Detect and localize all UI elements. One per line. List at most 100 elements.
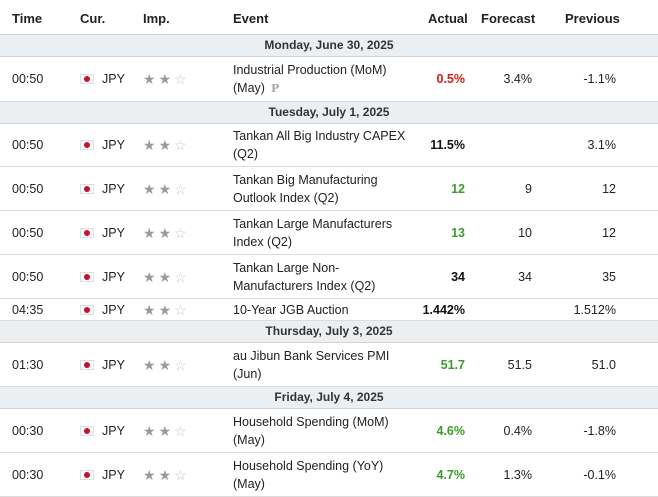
- currency-code: JPY: [102, 467, 125, 482]
- event-time: 00:30: [12, 467, 44, 482]
- event-forecast: 3.4%: [503, 72, 533, 86]
- event-previous: -0.1%: [583, 467, 616, 482]
- event-importance: ★ ★ ☆: [143, 167, 223, 210]
- event-name[interactable]: Tankan Large Manufacturers Index (Q2): [233, 211, 419, 254]
- star-filled-icon: ★: [143, 301, 156, 318]
- event-row[interactable]: 00:30 JPY ★ ★ ☆ Household Spending (MoM) (May)…: [0, 409, 658, 453]
- event-currency: JPY: [80, 57, 140, 101]
- currency-code: JPY: [102, 269, 125, 284]
- event-forecast: [470, 124, 532, 166]
- event-row[interactable]: 04:35 JPY ★ ★ ☆ 10-Year JGB Auction 1.442% 1.51…: [0, 299, 658, 321]
- event-name[interactable]: Industrial Production (MoM) (May) P: [233, 57, 419, 101]
- event-importance: ★ ★ ☆: [143, 343, 223, 386]
- col-importance-header[interactable]: Imp.: [143, 11, 170, 26]
- japan-flag-icon: [80, 304, 94, 315]
- event-previous: -1.1%: [583, 72, 616, 86]
- event-name[interactable]: Tankan All Big Industry CAPEX (Q2): [233, 124, 419, 166]
- calendar-body: Monday, June 30, 2025 00:50 JPY ★ ★ ☆ Industri…: [0, 35, 658, 497]
- col-actual-header[interactable]: Actual: [428, 11, 468, 26]
- col-time-header[interactable]: Time: [12, 11, 42, 26]
- event-name-line1: Tankan Big Manufacturing: [233, 172, 378, 187]
- star-filled-icon: ★: [158, 180, 172, 197]
- event-name-line2: Outlook Index (Q2): [233, 190, 339, 205]
- day-date: Tuesday, July 1, 2025: [268, 105, 390, 119]
- star-filled-icon: ★: [143, 268, 156, 285]
- event-time: 00:50: [12, 269, 44, 284]
- star-filled-icon: ★: [143, 422, 156, 439]
- event-name[interactable]: Tankan Big Manufacturing Outlook Index (Q…: [233, 167, 419, 210]
- event-name[interactable]: Tankan Large Non- Manufacturers Index (Q2…: [233, 255, 419, 298]
- star-filled-icon: ★: [143, 180, 156, 197]
- star-filled-icon: ★: [143, 224, 156, 241]
- star-filled-icon: ★: [158, 268, 172, 285]
- star-empty-icon: ☆: [174, 268, 187, 285]
- event-name-line1: Tankan Large Non-: [233, 260, 340, 275]
- event-actual: 51.7: [440, 357, 465, 372]
- event-name-line1: 10-Year JGB Auction: [233, 302, 349, 317]
- event-row[interactable]: 00:50 JPY ★ ★ ☆ Tankan Large Non- Manufacturer…: [0, 255, 658, 299]
- event-importance: ★ ★ ☆: [143, 409, 223, 452]
- star-filled-icon: ★: [158, 422, 172, 439]
- event-time: 00:50: [12, 72, 44, 86]
- currency-code: JPY: [102, 138, 125, 152]
- event-actual: 11.5%: [430, 138, 465, 152]
- event-name[interactable]: 10-Year JGB Auction: [233, 299, 419, 320]
- event-actual: 4.6%: [436, 423, 466, 438]
- event-name[interactable]: Household Spending (MoM) (May): [233, 409, 419, 452]
- event-row[interactable]: 00:30 JPY ★ ★ ☆ Household Spending (YoY) (May)…: [0, 453, 658, 497]
- event-importance: ★ ★ ☆: [143, 211, 223, 254]
- event-actual: 0.5%: [436, 72, 466, 86]
- event-previous: 3.1%: [587, 138, 617, 152]
- currency-code: JPY: [102, 72, 125, 86]
- star-filled-icon: ★: [143, 137, 156, 153]
- event-forecast: 51.5: [507, 357, 532, 372]
- currency-code: JPY: [102, 302, 125, 317]
- event-name-line2: Manufacturers Index (Q2): [233, 278, 376, 293]
- col-previous-header[interactable]: Previous: [565, 11, 620, 26]
- event-forecast: 1.3%: [503, 467, 533, 482]
- star-empty-icon: ☆: [174, 224, 187, 241]
- day-header: Monday, June 30, 2025: [0, 35, 658, 57]
- star-empty-icon: ☆: [174, 356, 187, 373]
- event-currency: JPY: [80, 167, 140, 210]
- event-name[interactable]: Household Spending (YoY) (May): [233, 453, 419, 496]
- event-time: 00:50: [12, 181, 44, 196]
- event-previous: 12: [602, 181, 616, 196]
- event-row[interactable]: 01:30 JPY ★ ★ ☆ au Jibun Bank Services PMI (Ju…: [0, 343, 658, 387]
- event-name-line2: (Q2): [233, 147, 258, 161]
- col-event-header[interactable]: Event: [233, 11, 268, 26]
- star-filled-icon: ★: [143, 71, 156, 87]
- event-time: 04:35: [12, 302, 44, 317]
- event-forecast: 0.4%: [503, 423, 533, 438]
- col-currency-header[interactable]: Cur.: [80, 11, 105, 26]
- event-name-line1: Tankan Large Manufacturers: [233, 216, 393, 231]
- star-filled-icon: ★: [158, 466, 172, 483]
- event-row[interactable]: 00:50 JPY ★ ★ ☆ Tankan Big Manufacturing Outlo…: [0, 167, 658, 211]
- event-previous: 1.512%: [573, 302, 616, 317]
- event-actual: 13: [451, 225, 465, 240]
- star-empty-icon: ☆: [174, 71, 187, 87]
- star-empty-icon: ☆: [174, 466, 187, 483]
- event-importance: ★ ★ ☆: [143, 453, 223, 496]
- event-name-line1: Household Spending (YoY): [233, 458, 384, 473]
- star-empty-icon: ☆: [174, 422, 187, 439]
- event-time: 00:30: [12, 423, 44, 438]
- event-row[interactable]: 00:50 JPY ★ ★ ☆ Tankan All Big Industry CAPEX…: [0, 124, 658, 167]
- event-forecast: [470, 299, 532, 320]
- star-filled-icon: ★: [143, 356, 156, 373]
- event-currency: JPY: [80, 343, 140, 386]
- japan-flag-icon: [80, 469, 94, 480]
- japan-flag-icon: [80, 183, 94, 194]
- event-name[interactable]: au Jibun Bank Services PMI (Jun): [233, 343, 419, 386]
- preliminary-p-icon: P: [270, 81, 280, 95]
- day-date: Monday, June 30, 2025: [264, 38, 394, 52]
- event-time: 00:50: [12, 138, 44, 152]
- day-date: Friday, July 4, 2025: [274, 390, 384, 404]
- event-currency: JPY: [80, 255, 140, 298]
- event-name-line1: au Jibun Bank Services PMI: [233, 348, 390, 363]
- col-forecast-header[interactable]: Forecast: [481, 11, 535, 26]
- event-row[interactable]: 00:50 JPY ★ ★ ☆ Tankan Large Manufacturers Ind…: [0, 211, 658, 255]
- table-header: Time Cur. Imp. Event Actual Forecast Pre…: [0, 0, 658, 35]
- event-row[interactable]: 00:50 JPY ★ ★ ☆ Industrial Production (MoM) (M…: [0, 57, 658, 102]
- star-filled-icon: ★: [158, 301, 172, 318]
